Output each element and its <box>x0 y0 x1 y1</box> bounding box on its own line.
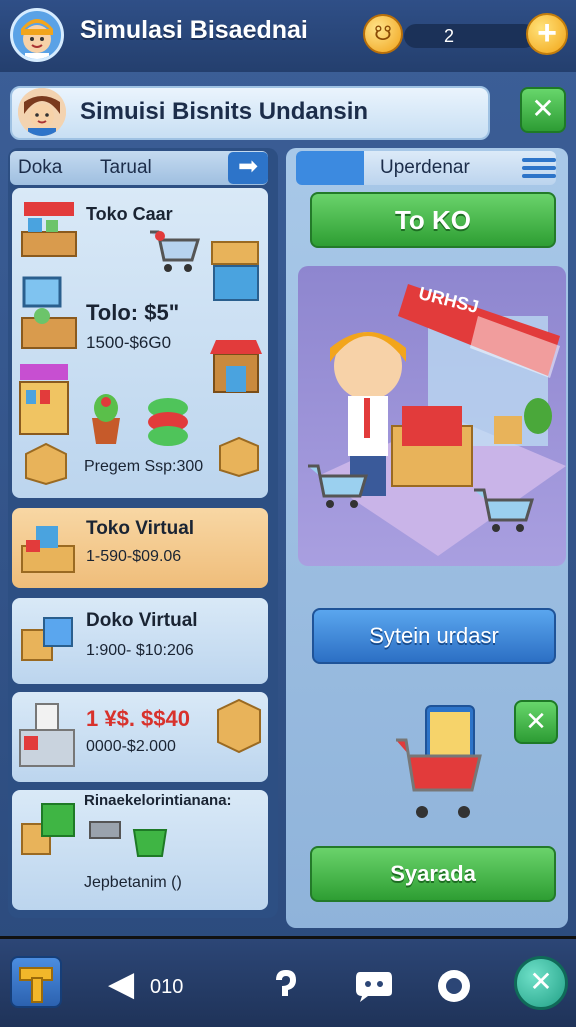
shop-item-title: Toko Caar <box>86 204 173 224</box>
app-title: Simulasi Bisaednai <box>80 16 308 44</box>
coin-count-value: 2 <box>444 26 455 46</box>
close-small-button[interactable]: ✕ <box>514 700 558 744</box>
shelf-boxes-icon <box>211 241 259 301</box>
menu-icon[interactable] <box>522 154 556 182</box>
shop-item-range: 1500-$6G0 <box>86 333 172 352</box>
cardboard-box-icon <box>217 698 261 754</box>
page-counter: 010 <box>150 976 184 998</box>
market-stall-icon <box>21 202 77 257</box>
appliance-icon <box>19 703 75 767</box>
record-icon[interactable] <box>434 966 474 1006</box>
shop-item-range: 1-590-$09.06 <box>86 548 182 565</box>
cart-with-tablet-icon <box>396 705 482 818</box>
tab-doka[interactable]: Doka <box>18 157 62 179</box>
green-crate-icon <box>21 803 75 855</box>
worker-face-icon <box>21 19 53 59</box>
next-arrow-button[interactable]: ➡ <box>228 152 268 184</box>
basket-icon <box>132 829 168 857</box>
close-button[interactable]: ✕ <box>520 87 566 133</box>
hint-icon[interactable] <box>268 966 304 1006</box>
cardboard-box-icon <box>25 442 67 486</box>
page-title: Simuisi Bisnits Undansin <box>80 98 369 125</box>
shop-item-title: Doko Virtual <box>86 610 198 631</box>
chat-bubble-icon[interactable] <box>354 966 394 1004</box>
shop-item-range: 1:900- $10:206 <box>86 642 194 659</box>
shopkeeper-avatar <box>18 88 66 136</box>
coin-icon: ☋ <box>363 14 403 54</box>
shop-item-title: Rinaekelorintianana: <box>84 792 232 809</box>
hammer-icon <box>19 967 53 1003</box>
store-scene: URHSJ <box>298 266 566 566</box>
add-coins-button[interactable]: + <box>526 13 568 55</box>
right-header-label: Uperdenar <box>380 157 470 178</box>
toy-blocks-icon <box>21 526 75 573</box>
toko-button[interactable]: To KO <box>310 192 556 248</box>
shop-item-title: Toko Virtual <box>86 518 195 539</box>
system-button[interactable]: Sytein urdasr <box>312 608 556 664</box>
shop-item-range: Pregem Ssp:300 <box>84 458 204 475</box>
player-avatar[interactable] <box>10 8 64 62</box>
shelf-icon <box>19 364 69 435</box>
shopkeeper-scene-illustration <box>308 284 566 556</box>
packages-icon <box>21 617 73 661</box>
shop-item-range: Jepbetanim () <box>84 874 182 891</box>
plant-pot-icon <box>92 394 120 444</box>
storefront-icon <box>210 340 262 393</box>
coin-count: 2 <box>404 24 536 48</box>
shopping-cart-icon <box>150 230 201 272</box>
computer-shop-icon <box>21 276 77 349</box>
close-round-button[interactable]: ✕ <box>514 956 568 1010</box>
price-title-text: Tolo: $5" <box>86 300 180 325</box>
cardboard-box-icon <box>219 436 259 478</box>
shop-item-range: 0000-$2.000 <box>86 738 176 755</box>
back-icon[interactable]: ◀ <box>108 964 134 1004</box>
hammer-tool-button[interactable] <box>10 956 62 1008</box>
stacked-bowls-icon <box>148 398 188 446</box>
right-header-toggle[interactable] <box>296 151 364 185</box>
shop-item-price-title: Tolo: $5" <box>86 300 179 326</box>
tool-icon <box>89 821 121 839</box>
shop-item-price: 1 ¥$. $$40 <box>86 706 190 731</box>
bottom-action-button[interactable]: Syarada <box>310 846 556 902</box>
tab-tarual[interactable]: Tarual <box>100 157 152 179</box>
shopkeeper-face-icon <box>18 88 66 136</box>
